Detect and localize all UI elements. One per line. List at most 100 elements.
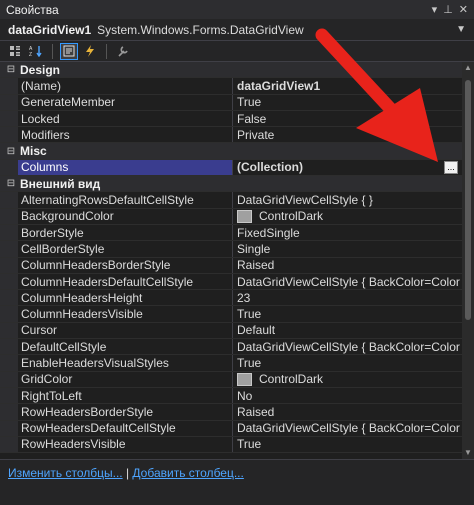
property-row[interactable]: DefaultCellStyle DataGridViewCellStyle { … [0, 339, 474, 356]
property-name[interactable]: Locked [18, 110, 233, 127]
alphabetical-icon[interactable]: AZ [27, 43, 45, 60]
property-value[interactable]: True [233, 95, 474, 110]
category-name: Misc [20, 144, 47, 159]
property-name[interactable]: ColumnHeadersDefaultCellStyle [18, 273, 233, 290]
property-value[interactable]: False [233, 111, 474, 126]
property-value[interactable]: DataGridViewCellStyle { BackColor=Color … [233, 421, 474, 436]
property-value[interactable]: True [233, 306, 474, 321]
property-name[interactable]: Cursor [18, 322, 233, 339]
property-value[interactable]: ControlDark [233, 209, 474, 224]
object-name: dataGridView1 [8, 22, 92, 37]
property-name[interactable]: AlternatingRowsDefaultCellStyle [18, 192, 233, 208]
property-value[interactable]: DataGridViewCellStyle { } [233, 192, 474, 207]
property-row[interactable]: (Name) dataGridView1 [0, 78, 474, 95]
property-row[interactable]: Columns (Collection)... [0, 159, 474, 177]
scroll-thumb[interactable] [465, 80, 471, 320]
scroll-up-icon[interactable]: ▲ [462, 62, 474, 74]
property-value[interactable]: DataGridViewCellStyle { BackColor=Color … [233, 339, 474, 354]
close-icon[interactable]: ✕ [459, 3, 468, 16]
property-row[interactable]: Locked False [0, 110, 474, 128]
property-name[interactable]: RowHeadersVisible [18, 436, 233, 453]
add-column-link[interactable]: Добавить столбец... [132, 466, 243, 480]
property-row[interactable]: GenerateMember True [0, 94, 474, 111]
property-name[interactable]: DefaultCellStyle [18, 339, 233, 355]
property-value-text: True [237, 355, 262, 370]
property-name[interactable]: RowHeadersDefaultCellStyle [18, 420, 233, 436]
category-row[interactable]: ⊟ Внешний вид [0, 176, 474, 193]
collapse-icon[interactable]: ⊟ [4, 178, 18, 189]
property-name[interactable]: (Name) [18, 78, 233, 94]
property-value-text: True [237, 437, 262, 452]
property-value[interactable]: True [233, 355, 474, 370]
property-row[interactable]: EnableHeadersVisualStyles True [0, 355, 474, 372]
row-gutter [0, 306, 18, 322]
property-row[interactable]: CellBorderStyle Single [0, 241, 474, 258]
property-name[interactable]: BackgroundColor [18, 208, 233, 224]
category-row[interactable]: ⊟ Design [0, 62, 474, 79]
property-row[interactable]: BackgroundColor ControlDark [0, 208, 474, 225]
property-row[interactable]: Modifiers Private [0, 127, 474, 144]
row-gutter [0, 110, 18, 127]
property-value[interactable]: Single [233, 241, 474, 256]
property-row[interactable]: RightToLeft No [0, 387, 474, 405]
chevron-down-icon[interactable]: ▼ [456, 24, 466, 35]
property-row[interactable]: GridColor ControlDark [0, 371, 474, 388]
property-row[interactable]: ColumnHeadersHeight 23 [0, 290, 474, 307]
property-value[interactable]: True [233, 437, 474, 452]
categorized-icon[interactable] [6, 43, 24, 60]
property-name[interactable]: EnableHeadersVisualStyles [18, 355, 233, 371]
property-row[interactable]: BorderStyle FixedSingle [0, 224, 474, 242]
category-name: Design [20, 62, 61, 77]
property-value-text: Private [237, 127, 275, 142]
property-value[interactable]: FixedSingle [233, 225, 474, 240]
collapse-icon[interactable]: ⊟ [4, 64, 18, 75]
property-row[interactable]: ColumnHeadersDefaultCellStyle DataGridVie… [0, 273, 474, 291]
property-row[interactable]: RowHeadersBorderStyle Raised [0, 404, 474, 421]
events-icon[interactable] [81, 43, 99, 60]
property-value[interactable]: Raised [233, 258, 474, 273]
property-value[interactable]: DataGridViewCellStyle { BackColor=Color … [233, 274, 474, 289]
property-pages-icon[interactable] [114, 43, 132, 60]
property-value[interactable]: 23 [233, 290, 474, 305]
property-row[interactable]: AlternatingRowsDefaultCellStyle DataGridV… [0, 192, 474, 209]
property-value[interactable]: dataGridView1 [233, 78, 474, 93]
property-name[interactable]: CellBorderStyle [18, 241, 233, 257]
ellipsis-button[interactable]: ... [444, 160, 458, 174]
object-selector[interactable]: dataGridView1 System.Windows.Forms.DataG… [0, 19, 474, 41]
property-value[interactable]: Private [233, 127, 474, 142]
edit-columns-link[interactable]: Изменить столбцы... [8, 466, 123, 480]
pin-icon[interactable]: ⊥ [443, 3, 453, 16]
property-grid: ⊟ Design (Name) dataGridView1 GenerateMember… [0, 62, 474, 459]
property-row[interactable]: RowHeadersDefaultCellStyle DataGridViewCe… [0, 420, 474, 437]
row-gutter [0, 420, 18, 436]
vertical-scrollbar[interactable]: ▲ ▼ [462, 62, 474, 459]
category-row[interactable]: ⊟ Misc [0, 143, 474, 160]
property-row[interactable]: RowHeadersVisible True [0, 436, 474, 454]
svg-text:Z: Z [29, 52, 32, 57]
row-gutter [0, 192, 18, 208]
collapse-icon[interactable]: ⊟ [4, 146, 18, 157]
property-value[interactable]: ControlDark [233, 372, 474, 387]
property-value[interactable]: No [233, 388, 474, 403]
dropdown-icon[interactable]: ▾ [432, 3, 438, 16]
property-name[interactable]: Modifiers [18, 127, 233, 143]
property-row[interactable]: ColumnHeadersBorderStyle Raised [0, 257, 474, 274]
property-value[interactable]: Raised [233, 404, 474, 419]
property-row[interactable]: Cursor Default [0, 322, 474, 340]
property-value[interactable]: (Collection) [233, 160, 474, 175]
property-name[interactable]: BorderStyle [18, 224, 233, 241]
property-row[interactable]: ColumnHeadersVisible True [0, 306, 474, 323]
property-name[interactable]: ColumnHeadersHeight [18, 290, 233, 306]
property-name[interactable]: Columns [18, 159, 233, 176]
scroll-down-icon[interactable]: ▼ [462, 447, 474, 459]
property-name[interactable]: ColumnHeadersBorderStyle [18, 257, 233, 273]
property-name[interactable]: RightToLeft [18, 387, 233, 404]
property-name[interactable]: GenerateMember [18, 94, 233, 110]
property-name[interactable]: GridColor [18, 371, 233, 387]
row-gutter [0, 257, 18, 273]
property-value-text: DataGridViewCellStyle { BackColor=Color … [237, 339, 474, 354]
property-name[interactable]: RowHeadersBorderStyle [18, 404, 233, 420]
property-value[interactable]: Default [233, 323, 474, 338]
properties-icon[interactable] [60, 42, 78, 60]
property-name[interactable]: ColumnHeadersVisible [18, 306, 233, 322]
